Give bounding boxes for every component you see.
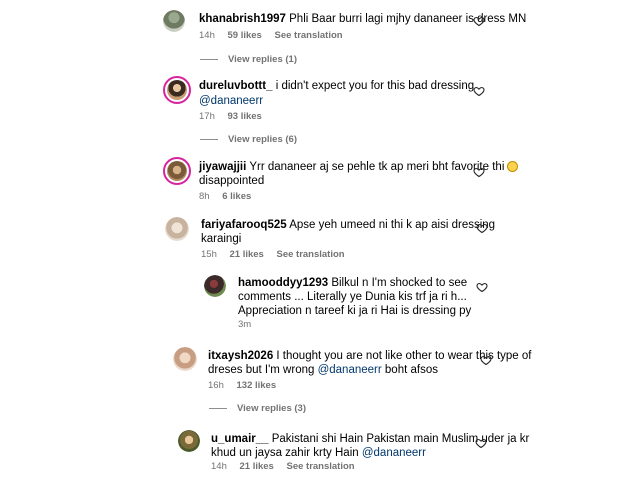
comment-body-cont: khud un jaysa zahir krty Hain @dananeerr [211, 446, 426, 461]
comment-meta: 3m [238, 319, 261, 330]
comment-body-cont: karaingi [201, 233, 242, 245]
mention-link[interactable]: @dananeerr [318, 364, 382, 376]
timestamp: 3m [238, 319, 252, 330]
username[interactable]: jiyawajjii [199, 161, 246, 173]
see-translation-link[interactable]: See translation [276, 249, 344, 260]
avatar[interactable] [163, 10, 185, 32]
timestamp: 17h [199, 111, 215, 122]
heart-icon[interactable] [473, 85, 485, 97]
timestamp: 16h [208, 380, 224, 391]
timestamp: 14h [199, 30, 215, 41]
mention-link[interactable]: @dananeerr [199, 94, 263, 109]
comment-body: Yrr dananeer aj se pehle tk ap meri bht … [249, 161, 505, 173]
avatar[interactable] [165, 217, 189, 241]
comment-body-cont: dreses but I'm wrong @dananeerr boht afs… [208, 363, 438, 378]
timestamp: 8h [199, 191, 210, 202]
comment-body: Bilkul n I'm shocked to see [331, 277, 468, 289]
avatar[interactable] [173, 347, 197, 371]
comment-meta: 8h 6 likes [199, 191, 261, 202]
comment-text: jiyawajjii Yrr dananeer aj se pehle tk a… [199, 160, 519, 175]
heart-icon[interactable] [475, 437, 487, 449]
comment-text: dureluvbottt_ i didn't expect you for th… [199, 79, 474, 94]
likes-count[interactable]: 59 likes [228, 30, 262, 41]
heart-icon[interactable] [480, 354, 492, 366]
comment-meta: 14h 21 likes See translation [211, 461, 365, 472]
comment-body-part: dreses but I'm wrong [208, 364, 315, 376]
heart-icon[interactable] [473, 166, 485, 178]
timestamp: 14h [211, 461, 227, 472]
comment-meta: 16h 132 likes [208, 380, 286, 391]
divider-line [209, 407, 227, 409]
likes-count[interactable]: 21 likes [240, 461, 274, 472]
timestamp: 15h [201, 249, 217, 260]
view-replies-link[interactable]: View replies (6) [200, 134, 297, 145]
avatar[interactable] [163, 76, 191, 104]
avatar[interactable] [204, 275, 226, 297]
likes-count[interactable]: 93 likes [228, 111, 262, 122]
likes-count[interactable]: 132 likes [237, 380, 277, 391]
see-translation-link[interactable]: See translation [274, 30, 342, 41]
username[interactable]: itxaysh2026 [208, 350, 273, 362]
username[interactable]: u_umair__ [211, 433, 269, 445]
divider-line [200, 58, 218, 60]
heart-icon[interactable] [476, 281, 488, 293]
comment-meta: 15h 21 likes See translation [201, 249, 355, 260]
comment-body: i didn't expect you for this bad dressin… [275, 80, 475, 92]
username[interactable]: dureluvbottt_ [199, 80, 272, 92]
likes-count[interactable]: 21 likes [230, 249, 264, 260]
view-replies-label: View replies (6) [228, 134, 297, 145]
divider-line [200, 138, 218, 140]
comment-meta: 14h 59 likes See translation [199, 30, 353, 41]
view-replies-label: View replies (1) [228, 54, 297, 65]
view-replies-link[interactable]: View replies (1) [200, 54, 297, 65]
username[interactable]: khanabrish1997 [199, 13, 286, 25]
comment-body-cont: disappointed [199, 175, 265, 187]
avatar[interactable] [163, 157, 191, 185]
comment-body: Apse yeh umeed ni thi k ap aisi dressing [289, 219, 496, 231]
view-replies-link[interactable]: View replies (3) [209, 403, 306, 414]
comment-body: Pakistani shi Hain Pakistan main Muslim … [271, 433, 530, 445]
comment-body-cont: comments ... Literally ye Dunia kis trf … [238, 291, 467, 303]
heart-icon[interactable] [476, 222, 488, 234]
comment-body: I thought you are not like other to wear… [276, 350, 532, 362]
avatar[interactable] [178, 430, 200, 452]
comment-text: fariyafarooq525 Apse yeh umeed ni thi k … [201, 218, 495, 233]
comment-body-part: khud un jaysa zahir krty Hain [211, 447, 359, 459]
see-translation-link[interactable]: See translation [286, 461, 354, 472]
username[interactable]: fariyafarooq525 [201, 219, 287, 231]
likes-count[interactable]: 6 likes [222, 191, 251, 202]
username[interactable]: hamooddyy1293 [238, 277, 328, 289]
comment-body-part: boht afsos [384, 364, 438, 376]
comment-meta: 17h 93 likes [199, 111, 272, 122]
heart-icon[interactable] [473, 15, 485, 27]
mention-link[interactable]: @dananeerr [362, 447, 426, 459]
comment-body-cont: Appreciation n tareef ki ja ri Hai is dr… [238, 305, 472, 317]
comment-text: hamooddyy1293 Bilkul n I'm shocked to se… [238, 276, 467, 291]
confused-face-emoji-icon [507, 161, 519, 172]
comment-body: Phli Baar burri lagi mjhy dananeer is dr… [289, 13, 527, 25]
view-replies-label: View replies (3) [237, 403, 306, 414]
